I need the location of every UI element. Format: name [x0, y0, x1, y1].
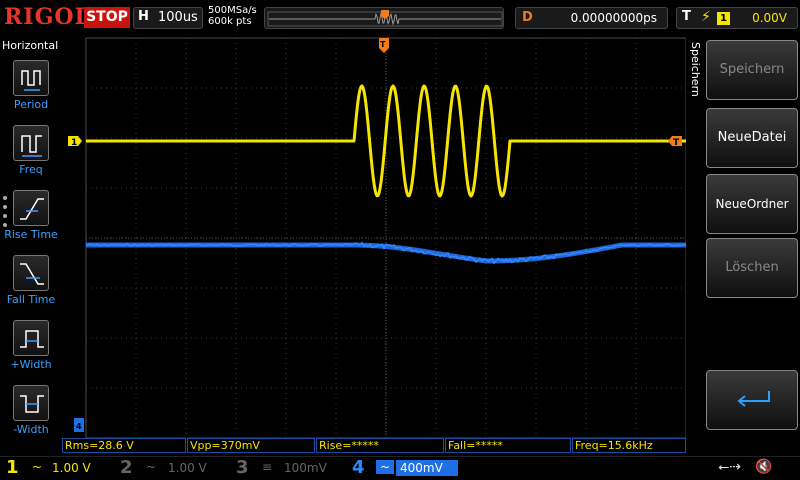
measure-item-rise-time[interactable]: Rise Time: [0, 188, 62, 248]
negative-width-icon: [13, 385, 49, 421]
measure-menu-title: Horizontal: [2, 39, 59, 52]
delay-box[interactable]: D 0.00000000ps: [515, 7, 668, 29]
trigger-box[interactable]: T ⚡ 1 0.00V: [676, 7, 798, 29]
top-status-bar: RIGOL STOP H 100us 500MSa/s 600k pts D 0…: [0, 0, 800, 36]
ac-coupling-icon: ~: [32, 460, 43, 474]
channel-2-box[interactable]: 2 ~ 1.00 V: [116, 457, 226, 480]
memory-waveform-preview: [267, 10, 503, 27]
trigger-level-marker-label: T: [673, 138, 680, 148]
rise-time-icon: [13, 190, 49, 226]
measurement-fall[interactable]: Fall=*****: [445, 438, 571, 453]
dc-coupling-icon: ≡: [262, 460, 273, 474]
ch1-marker-label: 1: [71, 138, 77, 148]
measure-menu: Horizontal Period Freq Rise Time Fall Ti…: [0, 36, 62, 456]
save-menu: Speichern Speichern NeueDatei NeueOrdner…: [686, 36, 800, 456]
trigger-level: 0.00V: [752, 11, 787, 25]
rise-time-label: Rise Time: [4, 228, 58, 241]
measurement-freq[interactable]: Freq=15.6kHz: [572, 438, 686, 453]
delete-button[interactable]: Löschen: [706, 238, 798, 298]
measure-item-negative-width[interactable]: -Width: [0, 383, 62, 443]
brand-logo: RIGOL: [4, 4, 91, 30]
positive-width-icon: [13, 320, 49, 356]
rising-edge-icon: ⚡: [701, 9, 711, 25]
trigger-source-badge: 1: [717, 12, 730, 25]
trigger-tag: T: [682, 9, 691, 24]
return-arrow-icon: [737, 391, 770, 407]
channel-1-box[interactable]: 1 ~ 1.00 V: [2, 457, 112, 480]
measurement-vpp[interactable]: Vpp=370mV: [187, 438, 315, 453]
ch1-marker[interactable]: 1: [68, 136, 82, 148]
fall-time-icon: [13, 255, 49, 291]
new-file-button[interactable]: NeueDatei: [706, 108, 798, 168]
run-stop-indicator[interactable]: STOP: [84, 7, 130, 28]
channel-4-box[interactable]: 4 ~ 400mV: [348, 457, 462, 480]
waveform-display[interactable]: 1 T T 4: [62, 36, 687, 439]
frequency-icon: [13, 125, 49, 161]
measure-item-period[interactable]: Period: [0, 58, 62, 118]
timebase-value: 100us: [158, 10, 198, 25]
ch4-offset-marker[interactable]: 4: [74, 418, 84, 432]
save-button[interactable]: Speichern: [706, 40, 798, 100]
waveform-canvas: 1 T T 4: [68, 37, 687, 439]
freq-label: Freq: [19, 163, 43, 176]
trigger-position-marker[interactable]: T: [379, 38, 389, 53]
channel-1-scale: 1.00 V: [52, 461, 91, 475]
negative-width-label: -Width: [13, 423, 49, 436]
delay-value: 0.00000000ps: [570, 11, 657, 25]
trigger-level-marker[interactable]: T: [668, 136, 682, 148]
ch4-marker-label: 4: [76, 422, 82, 431]
acquisition-info: 500MSa/s 600k pts: [208, 5, 257, 27]
delay-tag: D: [522, 10, 533, 25]
channel-2-number: 2: [120, 457, 133, 478]
memory-depth: 600k pts: [208, 16, 252, 27]
measure-item-freq[interactable]: Freq: [0, 123, 62, 183]
channel-4-scale: 400mV: [396, 460, 458, 476]
period-label: Period: [13, 98, 49, 111]
trigger-position-marker-label: T: [380, 40, 386, 49]
save-menu-title: Speichern: [689, 42, 702, 97]
horizontal-timebase-box[interactable]: H 100us: [133, 7, 203, 29]
measure-item-positive-width[interactable]: +Width: [0, 318, 62, 378]
measurement-rise[interactable]: Rise=*****: [316, 438, 444, 453]
period-icon: [13, 60, 49, 96]
speaker-muted-icon[interactable]: 🔇: [755, 459, 772, 475]
sample-rate: 500MSa/s: [208, 5, 257, 16]
channel-3-box[interactable]: 3 ≡ 100mV: [232, 457, 342, 480]
channel-3-scale: 100mV: [284, 461, 327, 475]
horizontal-tag: H: [138, 9, 149, 24]
memory-overview-bar[interactable]: [264, 7, 504, 29]
measurement-rms[interactable]: Rms=28.6 V: [62, 438, 186, 453]
ac-coupling-icon: ~: [376, 460, 395, 474]
measure-item-fall-time[interactable]: Fall Time: [0, 253, 62, 313]
usb-icon: ⭠⇢: [718, 459, 741, 475]
channel-4-number: 4: [352, 457, 365, 478]
positive-width-label: +Width: [10, 358, 52, 371]
new-folder-button[interactable]: NeueOrdner: [706, 174, 798, 234]
channel-bar: 1 ~ 1.00 V 2 ~ 1.00 V 3 ≡ 100mV 4 ~ 400m…: [0, 456, 800, 480]
channel-2-scale: 1.00 V: [168, 461, 207, 475]
status-icons: ⭠⇢ 🔇: [718, 459, 773, 475]
measurement-bar: Rms=28.6 V Vpp=370mV Rise=***** Fall=***…: [62, 438, 686, 454]
graticule: [85, 37, 687, 439]
channel-1-number: 1: [6, 457, 19, 478]
channel-3-number: 3: [236, 457, 249, 478]
back-button[interactable]: [706, 370, 798, 430]
ac-coupling-icon: ~: [146, 460, 157, 474]
fall-time-label: Fall Time: [6, 293, 56, 306]
